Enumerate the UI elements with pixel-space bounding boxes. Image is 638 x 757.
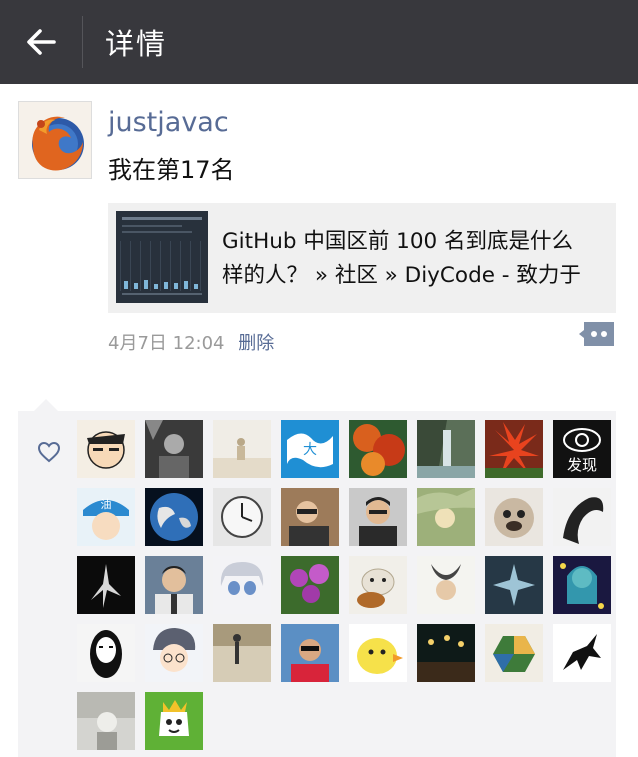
liker-avatar[interactable] [417, 624, 475, 682]
liker-avatar[interactable] [213, 624, 271, 682]
liker-avatar[interactable] [77, 624, 135, 682]
topbar-divider [82, 16, 83, 68]
arrow-left-icon [27, 29, 56, 55]
author-avatar[interactable] [18, 101, 92, 179]
liker-avatar[interactable] [485, 420, 543, 478]
liker-avatar[interactable] [349, 488, 407, 546]
liker-avatar[interactable] [77, 556, 135, 614]
liker-avatar[interactable] [485, 556, 543, 614]
liker-avatar[interactable] [553, 556, 611, 614]
liker-avatar[interactable] [145, 420, 203, 478]
link-title: GitHub 中国区前 100 名到底是什么 样的人？ » 社区 » DiyCo… [222, 225, 610, 293]
liker-avatar[interactable] [485, 624, 543, 682]
liker-avatar[interactable] [145, 556, 203, 614]
post-time: 4月7日 12:04 [108, 333, 225, 354]
svg-text:油: 油 [101, 497, 112, 511]
liker-avatar[interactable] [281, 624, 339, 682]
svg-text:大: 大 [303, 442, 317, 458]
liker-avatar[interactable] [553, 488, 611, 546]
liker-avatar[interactable] [213, 488, 271, 546]
liker-avatar[interactable] [417, 488, 475, 546]
back-button[interactable] [0, 0, 82, 84]
liker-avatar[interactable] [553, 624, 611, 682]
liker-avatar-faxian[interactable]: 发现 [553, 420, 611, 478]
likes-caret [34, 399, 58, 411]
link-title-line-1: GitHub 中国区前 100 名到底是什么 [222, 229, 574, 254]
liker-avatar[interactable] [281, 556, 339, 614]
liker-avatar[interactable] [349, 420, 407, 478]
author-name[interactable]: justjavac [108, 107, 229, 138]
liker-avatar[interactable] [213, 556, 271, 614]
liker-avatar[interactable] [77, 420, 135, 478]
faxian-label: 发现 [567, 456, 597, 474]
liker-avatar[interactable]: 大 [281, 420, 339, 478]
post-meta: 4月7日 12:04 删除 [108, 329, 274, 355]
liker-avatar[interactable]: 油 [77, 488, 135, 546]
liker-avatar[interactable] [145, 488, 203, 546]
liker-avatar[interactable] [485, 488, 543, 546]
liker-avatar[interactable] [213, 420, 271, 478]
liker-avatar[interactable] [281, 488, 339, 546]
firefox-logo-icon [19, 102, 91, 178]
post-text: 我在第17名 [108, 156, 235, 184]
liker-avatar[interactable] [349, 556, 407, 614]
top-bar: 详情 [0, 0, 638, 84]
liker-avatar[interactable] [145, 692, 203, 750]
heart-icon [37, 441, 61, 463]
liker-avatar[interactable] [417, 556, 475, 614]
liker-avatar[interactable] [349, 624, 407, 682]
link-thumbnail [116, 211, 208, 303]
liker-avatar[interactable] [145, 624, 203, 682]
liker-avatar[interactable] [417, 420, 475, 478]
shared-link-card[interactable]: GitHub 中国区前 100 名到底是什么 样的人？ » 社区 » DiyCo… [108, 203, 616, 313]
comment-button[interactable] [578, 320, 616, 348]
delete-button[interactable]: 删除 [238, 333, 274, 354]
liker-avatar[interactable] [77, 692, 135, 750]
comment-icon [579, 322, 614, 346]
page-title: 详情 [105, 27, 168, 61]
link-title-line-2: 样的人？ » 社区 » DiyCode - 致力于 [222, 263, 581, 288]
